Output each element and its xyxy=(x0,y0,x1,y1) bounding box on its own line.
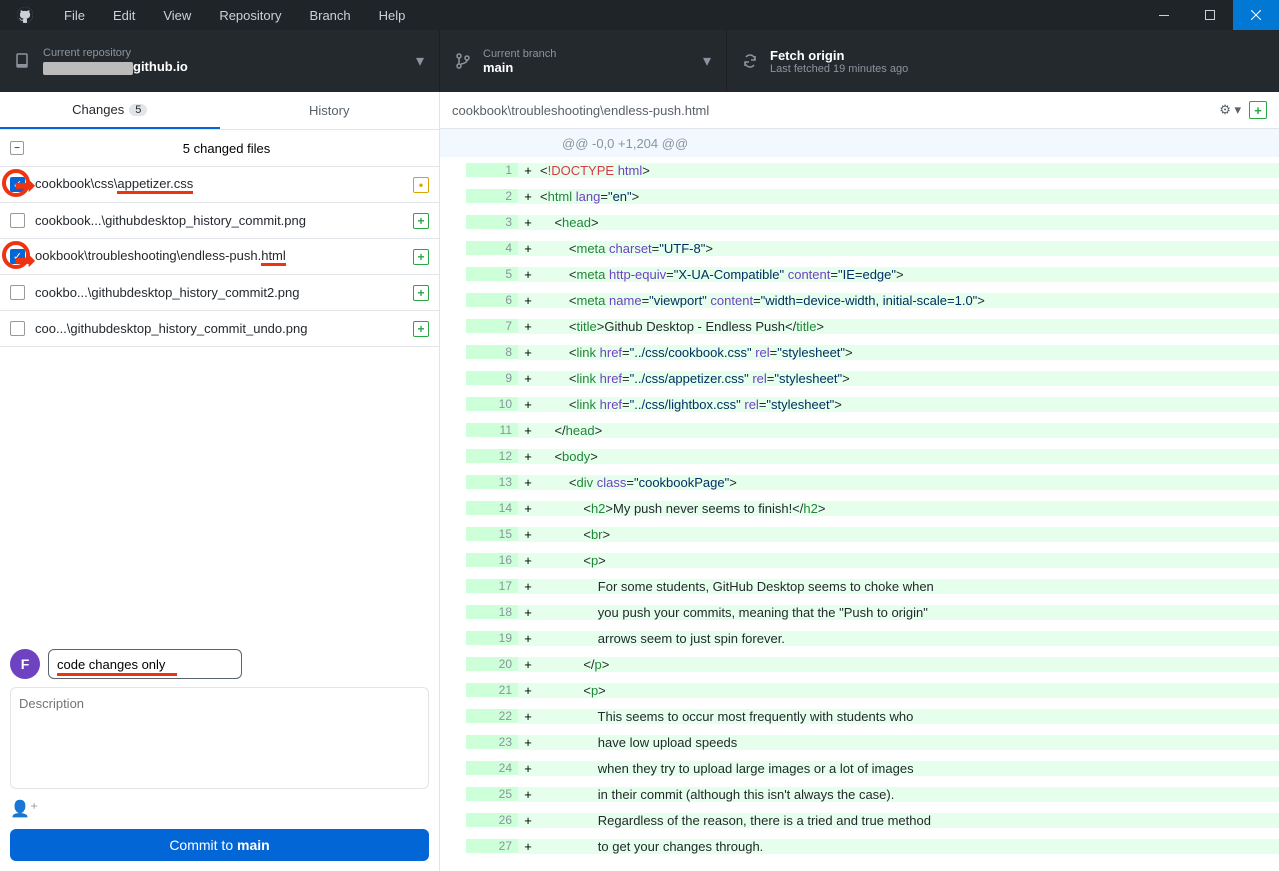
file-row[interactable]: ✓ ookbook\troubleshooting\endless-push.ht… xyxy=(0,239,439,275)
window-maximize[interactable] xyxy=(1187,0,1233,30)
diff-line: 18+ you push your commits, meaning that … xyxy=(440,599,1279,625)
file-checkbox[interactable] xyxy=(10,321,25,336)
branch-selector[interactable]: Current branch main ▾ xyxy=(440,30,727,92)
hunk-header: @@ -0,0 +1,204 @@ xyxy=(440,129,1279,157)
repo-label: Current repository xyxy=(43,47,416,59)
avatar: F xyxy=(10,649,40,679)
file-checkbox[interactable]: ✓ xyxy=(10,249,25,264)
diff-line: 17+ For some students, GitHub Desktop se… xyxy=(440,573,1279,599)
diff-line: 3+ <head> xyxy=(440,209,1279,235)
menu-file[interactable]: File xyxy=(50,8,99,23)
diff-file-path: cookbook\troubleshooting\endless-push.ht… xyxy=(452,103,1219,118)
file-checkbox[interactable] xyxy=(10,285,25,300)
tab-changes[interactable]: Changes5 xyxy=(0,92,220,129)
diff-line: 24+ when they try to upload large images… xyxy=(440,755,1279,781)
diff-line: 6+ <meta name="viewport" content="width=… xyxy=(440,287,1279,313)
sync-icon xyxy=(742,53,758,69)
diff-line: 22+ This seems to occur most frequently … xyxy=(440,703,1279,729)
select-all-checkbox[interactable]: − xyxy=(10,141,24,155)
diff-line: 14+ <h2>My push never seems to finish!</… xyxy=(440,495,1279,521)
repo-icon xyxy=(15,53,31,69)
chevron-down-icon: ▾ xyxy=(703,51,711,71)
diff-line: 1+<!DOCTYPE html> xyxy=(440,157,1279,183)
diff-line: 8+ <link href="../css/cookbook.css" rel=… xyxy=(440,339,1279,365)
window-close[interactable] xyxy=(1233,0,1279,30)
added-icon: + xyxy=(413,213,429,229)
window-minimize[interactable] xyxy=(1141,0,1187,30)
branch-label: Current branch xyxy=(483,48,703,60)
commit-button[interactable]: Commit to main xyxy=(10,829,429,861)
diff-line: 12+ <body> xyxy=(440,443,1279,469)
menu-help[interactable]: Help xyxy=(365,8,420,23)
diff-view: cookbook\troubleshooting\endless-push.ht… xyxy=(440,92,1279,871)
file-name: coo...\githubdesktop_history_commit_undo… xyxy=(35,321,413,336)
commit-description-input[interactable] xyxy=(10,687,429,789)
diff-line: 7+ <title>Github Desktop - Endless Push<… xyxy=(440,313,1279,339)
branch-icon xyxy=(455,53,471,69)
repo-value: github.io xyxy=(43,59,416,74)
file-name: cookbo...\githubdesktop_history_commit2.… xyxy=(35,285,413,300)
file-checkbox[interactable] xyxy=(10,213,25,228)
file-row[interactable]: cookbook...\githubdesktop_history_commit… xyxy=(0,203,439,239)
diff-line: 23+ have low upload speeds xyxy=(440,729,1279,755)
menu-repository[interactable]: Repository xyxy=(205,8,295,23)
diff-line: 26+ Regardless of the reason, there is a… xyxy=(440,807,1279,833)
annotation-underline xyxy=(57,673,177,676)
diff-line: 2+<html lang="en"> xyxy=(440,183,1279,209)
github-logo-icon xyxy=(17,7,33,23)
diff-line: 9+ <link href="../css/appetizer.css" rel… xyxy=(440,365,1279,391)
files-header: − 5 changed files xyxy=(0,130,439,167)
file-row[interactable]: coo...\githubdesktop_history_commit_undo… xyxy=(0,311,439,347)
fetch-time: Last fetched 19 minutes ago xyxy=(770,63,1264,75)
diff-body[interactable]: @@ -0,0 +1,204 @@ 1+<!DOCTYPE html>2+<ht… xyxy=(440,129,1279,871)
diff-line: 16+ <p> xyxy=(440,547,1279,573)
diff-line: 10+ <link href="../css/lightbox.css" rel… xyxy=(440,391,1279,417)
tab-history[interactable]: History xyxy=(220,92,440,129)
diff-line: 4+ <meta charset="UTF-8"> xyxy=(440,235,1279,261)
menu-branch[interactable]: Branch xyxy=(295,8,364,23)
repo-selector[interactable]: Current repository github.io ▾ xyxy=(0,30,440,92)
titlebar: FileEditViewRepositoryBranchHelp xyxy=(0,0,1279,30)
diff-line: 5+ <meta http-equiv="X-UA-Compatible" co… xyxy=(440,261,1279,287)
diff-line: 21+ <p> xyxy=(440,677,1279,703)
menu-edit[interactable]: Edit xyxy=(99,8,149,23)
diff-line: 20+ </p> xyxy=(440,651,1279,677)
commit-area: F 👤⁺ Commit to main xyxy=(0,639,439,871)
fetch-label: Fetch origin xyxy=(770,48,1264,63)
diff-line: 15+ <br> xyxy=(440,521,1279,547)
file-name: ookbook\troubleshooting\endless-push.htm… xyxy=(35,248,413,266)
files-count-label: 5 changed files xyxy=(24,141,429,156)
modified-icon: • xyxy=(413,177,429,193)
chevron-down-icon: ▾ xyxy=(416,51,424,71)
added-icon: + xyxy=(413,249,429,265)
added-icon: + xyxy=(413,321,429,337)
branch-value: main xyxy=(483,60,703,75)
diff-line: 19+ arrows seem to just spin forever. xyxy=(440,625,1279,651)
fetch-button[interactable]: Fetch origin Last fetched 19 minutes ago xyxy=(727,30,1279,92)
file-checkbox[interactable]: ✓ xyxy=(10,177,25,192)
sidebar: Changes5 History − 5 changed files ✓ cook… xyxy=(0,92,440,871)
diff-line: 27+ to get your changes through. xyxy=(440,833,1279,859)
file-row[interactable]: cookbo...\githubdesktop_history_commit2.… xyxy=(0,275,439,311)
diff-line: 25+ in their commit (although this isn't… xyxy=(440,781,1279,807)
file-name: cookbook...\githubdesktop_history_commit… xyxy=(35,213,413,228)
added-icon: + xyxy=(413,285,429,301)
add-coauthor-icon[interactable]: 👤⁺ xyxy=(10,799,429,819)
diff-line: 11+ </head> xyxy=(440,417,1279,443)
toolbar: Current repository github.io ▾ Current b… xyxy=(0,30,1279,92)
menu-view[interactable]: View xyxy=(149,8,205,23)
new-file-icon: + xyxy=(1249,101,1267,119)
changes-count-badge: 5 xyxy=(129,104,147,116)
file-row[interactable]: ✓ cookbook\css\appetizer.css• xyxy=(0,167,439,203)
diff-line: 13+ <div class="cookbookPage"> xyxy=(440,469,1279,495)
file-name: cookbook\css\appetizer.css xyxy=(35,176,413,194)
gear-icon[interactable]: ⚙ ▾ xyxy=(1219,102,1241,118)
